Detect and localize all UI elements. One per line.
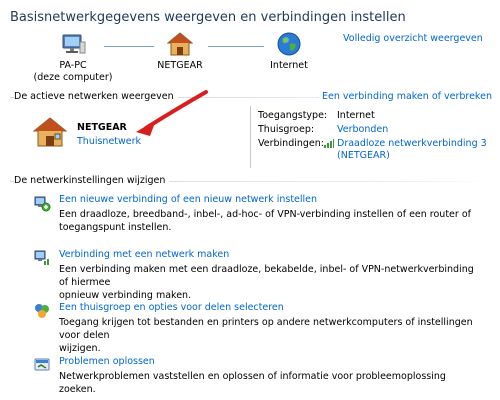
connect-network-icon — [33, 249, 51, 270]
details-separator — [250, 106, 251, 168]
troubleshoot-link[interactable]: Problemen oplossen — [59, 356, 155, 367]
computer-icon — [60, 34, 86, 59]
troubleshoot-icon — [33, 356, 51, 377]
internet-label: Internet — [270, 60, 308, 71]
pc-label: PA-PC (deze computer) — [30, 60, 116, 84]
pc-name: PA-PC — [59, 60, 87, 71]
annotation-arrow-icon — [128, 86, 212, 145]
task-desc-line: Een verbinding maken met een draadloze, … — [59, 264, 474, 288]
homegroup-sharing-link[interactable]: Een thuisgroep en opties voor delen sele… — [59, 302, 284, 313]
task-desc-line: Een draadloze, breedband-, inbel-, ad-ho… — [59, 209, 471, 220]
network-house-icon — [32, 116, 68, 151]
connect-network-link[interactable]: Verbinding met een netwerk maken — [59, 249, 229, 260]
access-type-value: Internet — [337, 110, 375, 121]
homegroup-icon — [33, 302, 51, 323]
globe-icon — [277, 32, 301, 59]
troubleshoot-desc: Netwerkproblemen vaststellen en oplossen… — [59, 370, 479, 396]
task-desc-line: Toegang krijgen tot bestanden en printer… — [59, 317, 473, 341]
wireless-connection-link[interactable]: Draadloze netwerkverbinding 3 (NETGEAR) — [337, 138, 487, 162]
house-icon — [166, 32, 194, 59]
task-desc-line: Netwerkproblemen vaststellen en oplossen… — [59, 371, 446, 395]
access-type-label: Toegangstype: — [258, 110, 328, 121]
page-title: Basisnetwerkgegevens weergeven en verbin… — [10, 10, 406, 25]
setup-connection-link[interactable]: Een nieuwe verbinding of een nieuw netwe… — [59, 194, 317, 205]
setup-connection-desc: Een draadloze, breedband-, inbel-, ad-ho… — [59, 208, 479, 234]
connection-ssid[interactable]: (NETGEAR) — [337, 150, 487, 162]
homegroup-label: Thuisgroep: — [258, 124, 315, 135]
task-desc-line: toegangspunt instellen. — [59, 222, 172, 233]
change-settings-heading: De netwerkinstellingen wijzigen — [14, 175, 170, 186]
active-network-name: NETGEAR — [77, 122, 127, 133]
full-map-link[interactable]: Volledig overzicht weergeven — [343, 33, 483, 44]
new-connection-icon — [33, 194, 51, 215]
task-desc-line: wijzigen. — [59, 343, 101, 354]
connect-network-desc: Een verbinding maken met een draadloze, … — [59, 263, 479, 302]
map-connector-line — [208, 46, 264, 47]
homegroup-sharing-desc: Toegang krijgen tot bestanden en printer… — [59, 316, 479, 355]
homegroup-link[interactable]: Verbonden — [337, 124, 388, 135]
pc-subtitle: (deze computer) — [33, 72, 113, 83]
connect-disconnect-link[interactable]: Een verbinding maken of verbreken — [319, 91, 492, 102]
map-connector-line — [104, 46, 154, 47]
connection-name[interactable]: Draadloze netwerkverbinding 3 — [337, 138, 487, 150]
connections-label: Verbindingen: — [258, 138, 324, 149]
wifi-signal-icon — [324, 139, 334, 151]
task-desc-line: opnieuw verbinding maken. — [59, 290, 192, 301]
router-label: NETGEAR — [157, 60, 203, 71]
